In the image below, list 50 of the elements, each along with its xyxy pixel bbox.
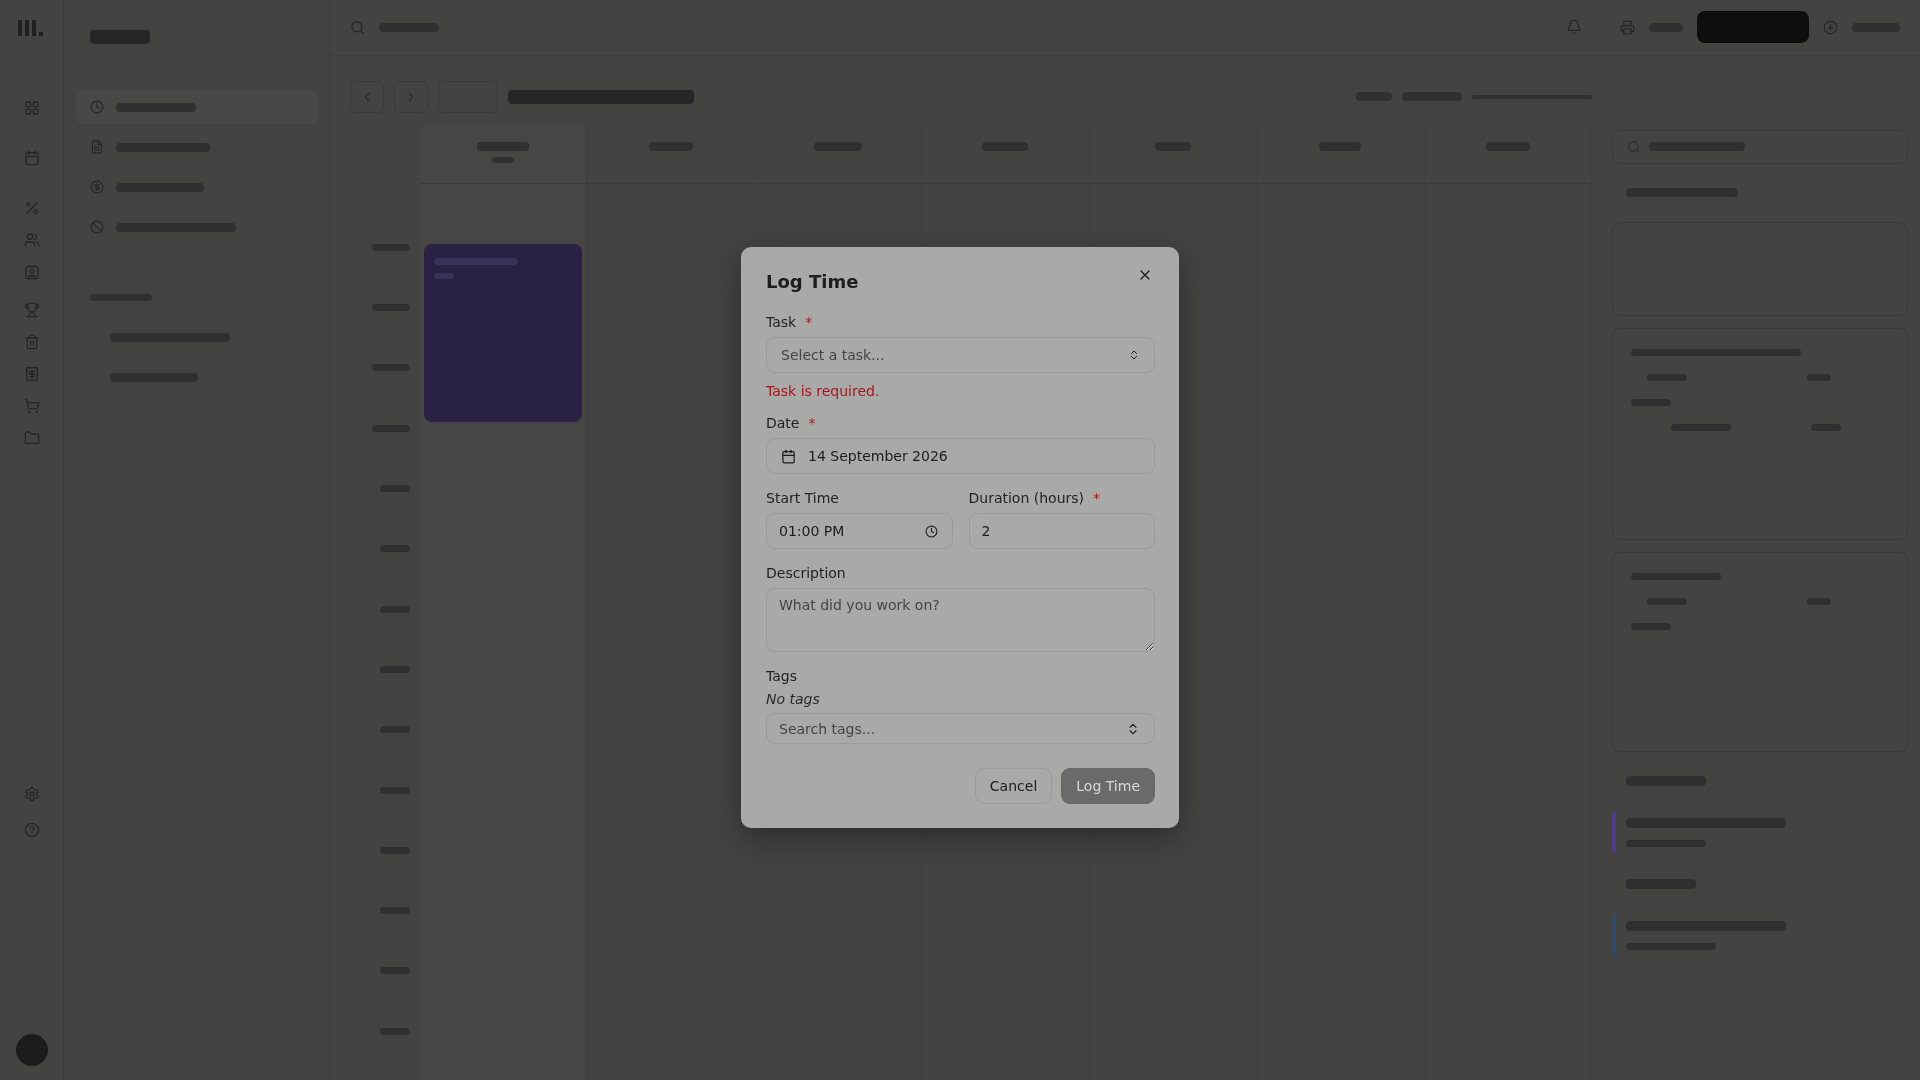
time-field[interactable]: 01:00 PM [766,513,953,549]
document-icon [90,140,104,154]
required-mark: * [1093,490,1101,506]
trophy-icon[interactable] [23,302,40,318]
tags-select[interactable]: Search tags... [766,713,1155,744]
task-search-field[interactable] [1612,129,1908,164]
printer-icon[interactable] [1620,19,1635,35]
calendar-icon [781,448,796,464]
previous-button[interactable] [350,80,384,113]
empty-tags-text: No tags [766,691,821,707]
dollar-icon [90,180,104,194]
receipt-icon[interactable] [23,366,40,382]
ban-icon [90,220,104,234]
description-field[interactable]: What did you work on? [766,588,1155,652]
field-label: Date [766,415,800,431]
calendar-icon[interactable] [23,150,40,166]
next-button[interactable] [394,80,428,113]
settings-icon[interactable] [23,786,40,802]
required-mark: * [805,314,813,330]
contact-book-icon[interactable] [23,264,40,280]
toolbar-button[interactable] [1697,11,1809,44]
users-icon[interactable] [23,232,40,248]
field-label: Tags [766,668,797,684]
folder-icon[interactable] [23,430,40,446]
duration-field[interactable]: 2 [968,513,1155,549]
user-avatar[interactable] [15,1034,48,1066]
date-field[interactable]: 14 September 2026 [766,438,1155,474]
required-mark: * [808,415,816,431]
help-icon[interactable] [23,822,40,838]
field-label: Start Time [766,490,839,506]
chevrons-icon [1128,349,1140,361]
clock-icon [924,524,938,538]
search-icon [1627,139,1641,154]
field-label: Duration (hours) [968,490,1085,506]
cart-icon[interactable] [23,398,40,414]
search-icon [350,19,365,35]
error-message: Task is required. [766,383,881,399]
field-label: Description [766,565,846,581]
bell-icon[interactable] [1566,19,1582,36]
clock-icon [90,100,104,114]
task-select[interactable]: Select a task... [766,337,1155,373]
plus-circle-icon[interactable] [1823,19,1838,35]
field-label: Task [766,314,797,330]
percent-icon[interactable] [23,200,40,216]
blurred-text [90,30,150,44]
dialog-title: Log Time [766,271,859,292]
cancel-button[interactable]: Cancel [974,768,1053,804]
grid-icon[interactable] [23,100,40,116]
calendar-event[interactable] [424,243,583,422]
trash-icon[interactable] [23,334,40,350]
